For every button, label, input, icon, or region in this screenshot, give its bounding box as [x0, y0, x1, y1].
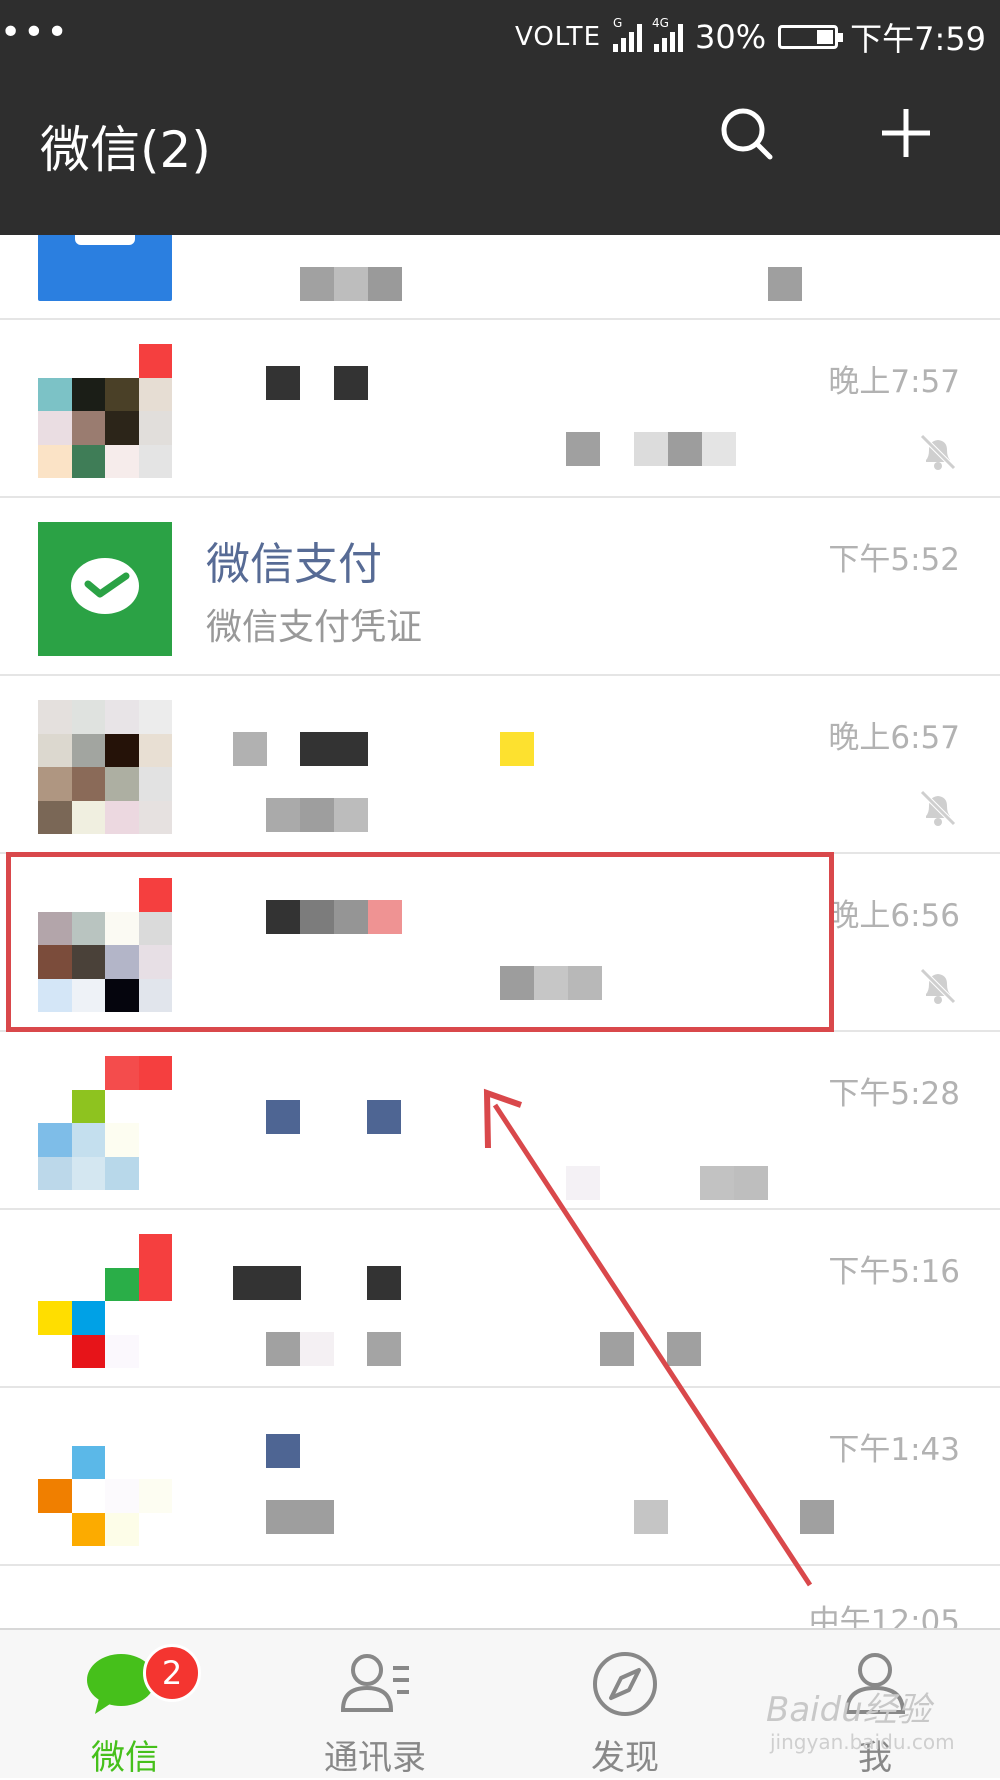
chat-preview: 微信支付凭证 [206, 607, 423, 648]
battery-percent: 30% [695, 18, 767, 56]
status-bar: ••• VOLTE G 4G 30% 下午7:59 [0, 0, 1000, 75]
page-title: 微信(2) [40, 121, 211, 179]
wechat-pay-icon [71, 558, 139, 614]
contacts-icon [340, 1654, 409, 1712]
sim2-label: 4G [652, 16, 669, 30]
redacted-name [0, 1032, 1000, 1210]
sim1-label: G [613, 16, 623, 30]
chat-row[interactable]: 晚上6:56 [0, 854, 1000, 1032]
chat-row[interactable]: 中午12:05 [0, 1566, 1000, 1640]
redacted-name [0, 1388, 1000, 1566]
chat-time: 下午5:52 [828, 542, 960, 578]
mute-bell-icon [920, 790, 956, 826]
unread-badge: 2 [143, 1644, 201, 1702]
status-indicators: VOLTE G 4G 30% 下午7:59 [515, 14, 986, 60]
clock: 下午7:59 [850, 20, 986, 58]
notification-dots: ••• [0, 12, 70, 53]
chat-row[interactable]: 晚上7:57 [0, 320, 1000, 498]
mute-bell-icon [920, 968, 956, 1004]
redacted-name [0, 320, 1000, 498]
chat-time: 晚上7:57 [828, 364, 960, 400]
chat-name: 微信支付 [206, 539, 382, 590]
chat-time: 下午5:16 [828, 1254, 960, 1290]
chat-row[interactable]: 微信支付 微信支付凭证 下午5:52 [0, 498, 1000, 676]
compass-icon [593, 1652, 657, 1716]
plus-icon[interactable] [876, 103, 936, 163]
network-label: VOLTE [514, 22, 601, 52]
tab-contacts[interactable]: 通讯录 [275, 1630, 475, 1780]
mute-bell-icon [920, 434, 956, 470]
battery-icon [778, 25, 844, 49]
search-icon[interactable] [718, 105, 778, 165]
redacted-name [0, 1210, 1000, 1388]
chat-time: 晚上6:57 [828, 720, 960, 756]
watermark-url: jingyan.baidu.com [770, 1730, 955, 1754]
signal-4g-icon: 4G [652, 16, 683, 52]
chat-time: 下午5:28 [828, 1076, 960, 1112]
tab-chats[interactable]: 2 微信 [25, 1630, 225, 1780]
wechat-pay-avatar [38, 522, 172, 656]
chat-row[interactable]: 下午5:16 [0, 1210, 1000, 1388]
chat-time: 下午1:43 [828, 1432, 960, 1468]
chat-time: 晚上6:56 [828, 898, 960, 934]
redacted-name [0, 676, 1000, 854]
chat-row[interactable]: 下午1:43 [0, 1388, 1000, 1566]
redacted-name [0, 854, 1000, 1032]
app-header: 微信(2) [0, 75, 1000, 235]
tab-discover[interactable]: 发现 [525, 1630, 725, 1780]
chat-row[interactable]: 下午5:28 [0, 1032, 1000, 1210]
watermark-brand: Baidu经验 [766, 1690, 931, 1730]
signal-icon: G [613, 16, 642, 52]
tab-label: 发现 [591, 1738, 659, 1778]
tab-label: 通讯录 [324, 1738, 426, 1778]
tab-label: 微信 [91, 1738, 159, 1778]
chat-row[interactable]: 晚上6:57 [0, 676, 1000, 854]
